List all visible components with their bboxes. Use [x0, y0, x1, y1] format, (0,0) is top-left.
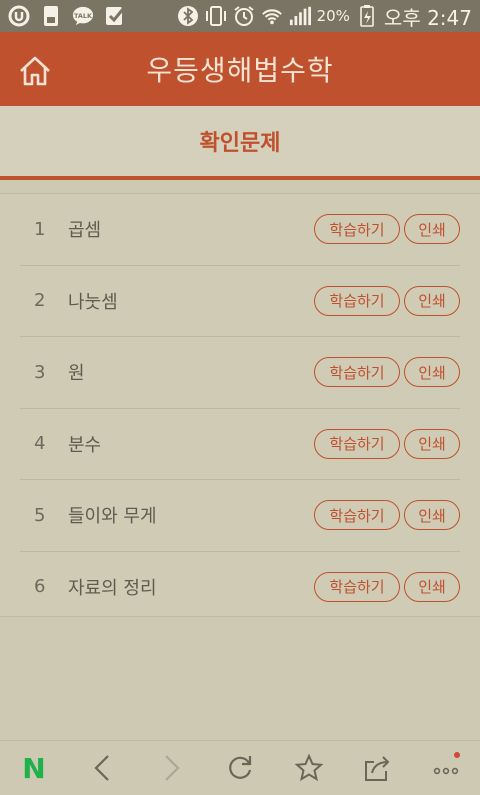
status-time: 오후 2:47	[383, 5, 472, 30]
item-number: 6	[34, 576, 46, 598]
item-number: 4	[34, 433, 46, 455]
battery-percent: 20%	[316, 7, 350, 25]
item-title: 자료의 정리	[68, 577, 157, 599]
item-title: 들이와 무게	[68, 506, 157, 528]
item-number: 5	[34, 504, 46, 526]
section-divider	[0, 176, 480, 180]
svg-text:N: N	[23, 753, 46, 783]
u-plus-icon	[8, 5, 30, 27]
sim-icon	[40, 5, 62, 27]
talk-icon: TALK	[72, 5, 94, 27]
share-icon	[365, 756, 390, 781]
app-header: 우등생해법수학	[0, 32, 480, 106]
svg-text:TALK: TALK	[74, 12, 93, 20]
check-icon	[104, 5, 126, 27]
print-button[interactable]: 인쇄	[404, 500, 460, 531]
study-button[interactable]: 학습하기	[314, 285, 400, 316]
browser-toolbar: N	[0, 740, 480, 795]
alarm-icon	[233, 5, 255, 27]
print-button[interactable]: 인쇄	[404, 285, 460, 316]
study-button[interactable]: 학습하기	[314, 214, 400, 245]
status-bar: TALK 20% 오후 2:47	[0, 0, 480, 32]
bluetooth-icon	[177, 5, 199, 27]
naver-button[interactable]: N	[10, 744, 58, 792]
battery-icon	[356, 5, 378, 27]
list-item[interactable]: 1 곱셈 학습하기 인쇄	[20, 194, 460, 266]
item-title: 원	[68, 363, 85, 385]
study-button[interactable]: 학습하기	[314, 500, 400, 531]
print-button[interactable]: 인쇄	[404, 428, 460, 459]
notification-dot	[453, 752, 460, 758]
study-button[interactable]: 학습하기	[314, 571, 400, 602]
study-button[interactable]: 학습하기	[314, 428, 400, 459]
list-item[interactable]: 4 분수 학습하기 인쇄	[20, 409, 460, 480]
refresh-icon	[229, 756, 252, 779]
refresh-button[interactable]	[216, 744, 264, 792]
item-number: 1	[34, 218, 46, 240]
back-button[interactable]	[79, 744, 127, 792]
forward-button[interactable]	[147, 744, 195, 792]
study-button[interactable]: 학습하기	[314, 357, 400, 388]
vibrate-icon	[205, 5, 227, 27]
item-title: 나눗셈	[68, 291, 118, 313]
item-number: 2	[34, 290, 46, 312]
print-button[interactable]: 인쇄	[404, 214, 460, 245]
item-title: 분수	[68, 434, 102, 456]
item-number: 3	[34, 361, 46, 383]
forward-icon	[165, 755, 180, 781]
item-title: 곱셈	[68, 220, 102, 242]
list-item[interactable]: 5 들이와 무게 학습하기 인쇄	[20, 480, 460, 552]
wifi-icon	[261, 5, 283, 27]
print-button[interactable]: 인쇄	[404, 571, 460, 602]
print-button[interactable]: 인쇄	[404, 357, 460, 388]
bookmark-button[interactable]	[285, 744, 333, 792]
list-item[interactable]: 3 원 학습하기 인쇄	[20, 337, 460, 409]
exercise-list: 1 곱셈 학습하기 인쇄 2 나눗셈 학습하기 인쇄 3 원 학습하기 인쇄 4…	[0, 193, 480, 617]
back-icon	[94, 755, 109, 781]
star-icon	[294, 753, 323, 782]
section-title: 확인문제	[0, 106, 480, 176]
share-button[interactable]	[353, 744, 401, 792]
more-button[interactable]	[422, 744, 470, 792]
signal-icon	[289, 5, 311, 27]
app-title: 우등생해법수학	[146, 54, 334, 87]
list-item[interactable]: 6 자료의 정리 학습하기 인쇄	[20, 552, 460, 623]
list-item[interactable]: 2 나눗셈 학습하기 인쇄	[20, 266, 460, 337]
naver-icon: N	[23, 753, 46, 783]
